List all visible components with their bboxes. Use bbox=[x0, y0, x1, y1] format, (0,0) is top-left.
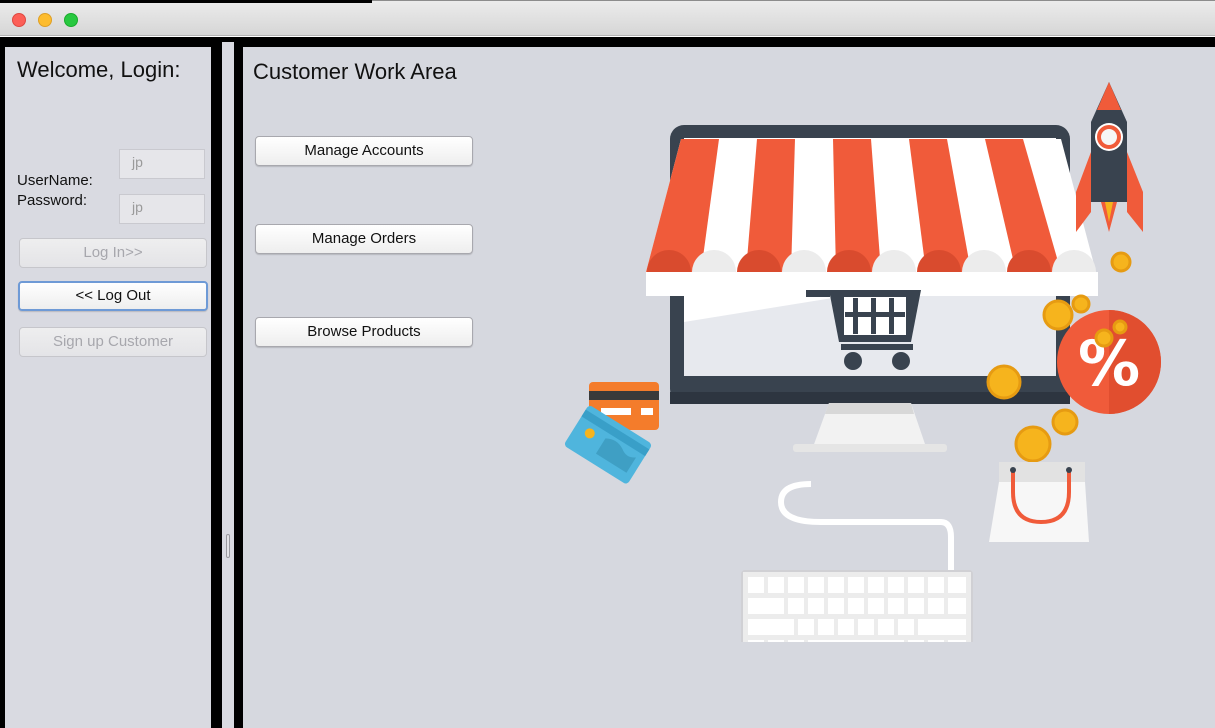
window-minimize-button[interactable] bbox=[38, 13, 52, 27]
signup-customer-button[interactable]: Sign up Customer bbox=[19, 327, 207, 357]
shop-awning-icon bbox=[646, 139, 1098, 296]
credit-card-icon bbox=[565, 382, 659, 484]
password-label: Password: bbox=[17, 192, 88, 209]
username-label: UserName: bbox=[17, 172, 93, 189]
rocket-icon bbox=[1076, 82, 1143, 232]
divider-grip-handle[interactable] bbox=[226, 534, 230, 558]
split-pane: Welcome, Login: UserName: jp Password: j… bbox=[0, 37, 1215, 728]
keyboard-icon bbox=[741, 570, 973, 642]
titlebar-accent-line bbox=[0, 0, 372, 3]
logout-button[interactable]: << Log Out bbox=[18, 281, 208, 311]
percent-badge-icon: % bbox=[1057, 310, 1161, 414]
window-close-button[interactable] bbox=[12, 13, 26, 27]
customer-work-area: Customer Work Area Manage Accounts Manag… bbox=[243, 47, 1215, 728]
work-area-title: Customer Work Area bbox=[253, 59, 457, 84]
ecommerce-illustration: % bbox=[565, 82, 1161, 642]
login-button[interactable]: Log In>> bbox=[19, 238, 207, 268]
window-titlebar bbox=[0, 0, 1215, 36]
username-field[interactable]: jp bbox=[119, 149, 205, 179]
split-divider[interactable] bbox=[222, 42, 234, 728]
manage-accounts-button[interactable]: Manage Accounts bbox=[255, 136, 473, 166]
shopping-bag-icon bbox=[989, 462, 1089, 542]
login-heading: Welcome, Login: bbox=[17, 57, 181, 82]
login-panel: Welcome, Login: UserName: jp Password: j… bbox=[5, 47, 211, 728]
password-field[interactable]: jp bbox=[119, 194, 205, 224]
manage-orders-button[interactable]: Manage Orders bbox=[255, 224, 473, 254]
window-zoom-button[interactable] bbox=[64, 13, 78, 27]
browse-products-button[interactable]: Browse Products bbox=[255, 317, 473, 347]
